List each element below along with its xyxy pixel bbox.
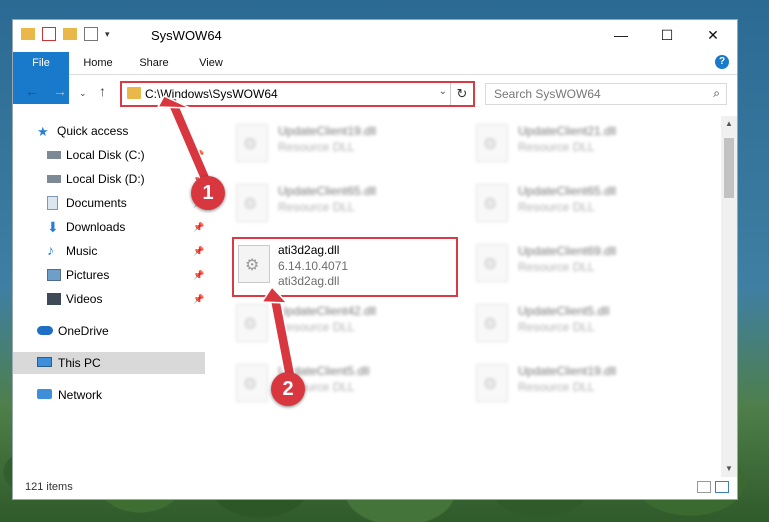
dll-file-icon [476, 124, 508, 162]
file-item[interactable]: UpdateClient19.dll Resource DLL [474, 360, 694, 412]
dropdown-arrow-icon[interactable]: ▾ [105, 29, 110, 40]
navigation-pane: ★ Quick access Local Disk (C:) 📌 Local D… [13, 116, 205, 477]
scrollbar-thumb[interactable] [724, 138, 734, 198]
file-item-ati3d2ag[interactable]: ati3d2ag.dll 6.14.10.4071 ati3d2ag.dll [232, 237, 458, 297]
vertical-scrollbar[interactable]: ▲ ▼ [721, 116, 737, 477]
sidebar-item-this-pc[interactable]: This PC [13, 352, 205, 374]
quick-access-toolbar: ▾ [21, 27, 110, 41]
dll-file-icon [476, 244, 508, 282]
dll-file-icon [476, 184, 508, 222]
dll-file-icon [236, 364, 268, 402]
title-bar: ▾ SysWOW64 — ☐ ✕ [13, 20, 737, 50]
sidebar-item-documents[interactable]: Documents 📌 [13, 192, 205, 214]
file-item[interactable]: UpdateClient69.dll Resource DLL [474, 240, 694, 292]
recent-locations-button[interactable]: ⌄ [79, 88, 87, 99]
dll-file-icon [238, 245, 270, 283]
pin-icon[interactable]: 📌 [193, 246, 204, 257]
file-list: UpdateClient19.dll Resource DLL UpdateCl… [218, 116, 719, 477]
folder-icon[interactable] [21, 28, 35, 40]
customize-icon[interactable] [84, 27, 98, 41]
address-path[interactable]: C:\Windows\SysWOW64 [145, 87, 278, 101]
tab-home[interactable]: Home [75, 52, 121, 74]
drive-icon [47, 175, 61, 183]
help-icon[interactable]: ? [715, 55, 729, 69]
file-item[interactable]: UpdateClient5.dll Resource DLL [234, 360, 454, 412]
folder-icon [127, 87, 141, 99]
videos-icon [47, 293, 61, 305]
details-view-icon[interactable] [697, 481, 711, 493]
pin-icon[interactable]: 📌 [193, 222, 204, 233]
sidebar-item-music[interactable]: ♪ Music 📌 [13, 240, 205, 262]
file-item[interactable]: UpdateClient19.dll Resource DLL [234, 120, 454, 172]
dll-file-icon [236, 124, 268, 162]
scroll-up-icon[interactable]: ▲ [721, 116, 737, 132]
network-icon [37, 389, 52, 399]
scroll-down-icon[interactable]: ▼ [721, 461, 737, 477]
star-icon: ★ [37, 124, 49, 139]
search-icon[interactable]: ⌕ [713, 86, 720, 101]
maximize-button[interactable]: ☐ [644, 20, 690, 50]
file-explorer-window: ▾ SysWOW64 — ☐ ✕ File Home Share View ? … [12, 19, 738, 500]
search-placeholder: Search SysWOW64 [494, 87, 601, 101]
close-button[interactable]: ✕ [690, 20, 736, 50]
view-toggle [697, 481, 729, 493]
sidebar-item-onedrive[interactable]: OneDrive [13, 320, 205, 342]
pictures-icon [47, 269, 61, 281]
file-item[interactable]: UpdateClient42.dll Resource DLL [234, 300, 454, 352]
downloads-icon: ⬇ [47, 219, 59, 235]
minimize-button[interactable]: — [598, 20, 644, 50]
dll-file-icon [236, 304, 268, 342]
refresh-button[interactable]: ↻ [450, 83, 473, 105]
step-badge-2: 2 [271, 372, 305, 406]
pin-icon[interactable]: 📌 [193, 270, 204, 281]
forward-button[interactable]: → [53, 83, 67, 99]
tab-share[interactable]: Share [131, 52, 177, 74]
step-badge-1: 1 [191, 176, 225, 210]
ribbon-tabs: File Home Share View ? [13, 52, 737, 104]
search-box[interactable]: Search SysWOW64 ⌕ [485, 83, 727, 105]
sidebar-item-downloads[interactable]: ⬇ Downloads 📌 [13, 216, 205, 238]
status-bar: 121 items [13, 477, 737, 499]
dll-file-icon [476, 304, 508, 342]
properties-icon[interactable] [42, 27, 56, 41]
dll-file-icon [236, 184, 268, 222]
file-item[interactable]: UpdateClient21.dll Resource DLL [474, 120, 694, 172]
sidebar-item-videos[interactable]: Videos 📌 [13, 288, 205, 310]
new-folder-icon[interactable] [63, 28, 77, 40]
music-icon: ♪ [47, 242, 54, 258]
sidebar-item-pictures[interactable]: Pictures 📌 [13, 264, 205, 286]
file-item[interactable]: UpdateClient5.dll Resource DLL [474, 300, 694, 352]
pin-icon[interactable]: 📌 [193, 294, 204, 305]
back-button[interactable]: ← [25, 83, 39, 99]
dll-file-icon [476, 364, 508, 402]
sidebar-item-local-disk-c[interactable]: Local Disk (C:) 📌 [13, 144, 205, 166]
sidebar-item-network[interactable]: Network [13, 384, 205, 406]
tab-view[interactable]: View [189, 52, 233, 74]
address-dropdown-icon[interactable]: ⌄ [439, 86, 447, 97]
pin-icon[interactable]: 📌 [193, 150, 204, 161]
item-count: 121 items [25, 481, 73, 493]
file-item[interactable]: UpdateClient65.dll Resource DLL [234, 180, 454, 232]
sidebar-item-local-disk-d[interactable]: Local Disk (D:) 📌 [13, 168, 205, 190]
address-bar[interactable]: C:\Windows\SysWOW64 ⌄ ↻ [120, 81, 475, 107]
window-title: SysWOW64 [151, 28, 222, 43]
sidebar-item-quick-access[interactable]: ★ Quick access [13, 120, 205, 142]
cloud-icon [37, 326, 53, 335]
large-icons-view-icon[interactable] [715, 481, 729, 493]
up-button[interactable]: ↑ [99, 83, 106, 99]
file-item[interactable]: UpdateClient65.dll Resource DLL [474, 180, 694, 232]
computer-icon [37, 357, 52, 367]
documents-icon [47, 196, 58, 210]
drive-icon [47, 151, 61, 159]
